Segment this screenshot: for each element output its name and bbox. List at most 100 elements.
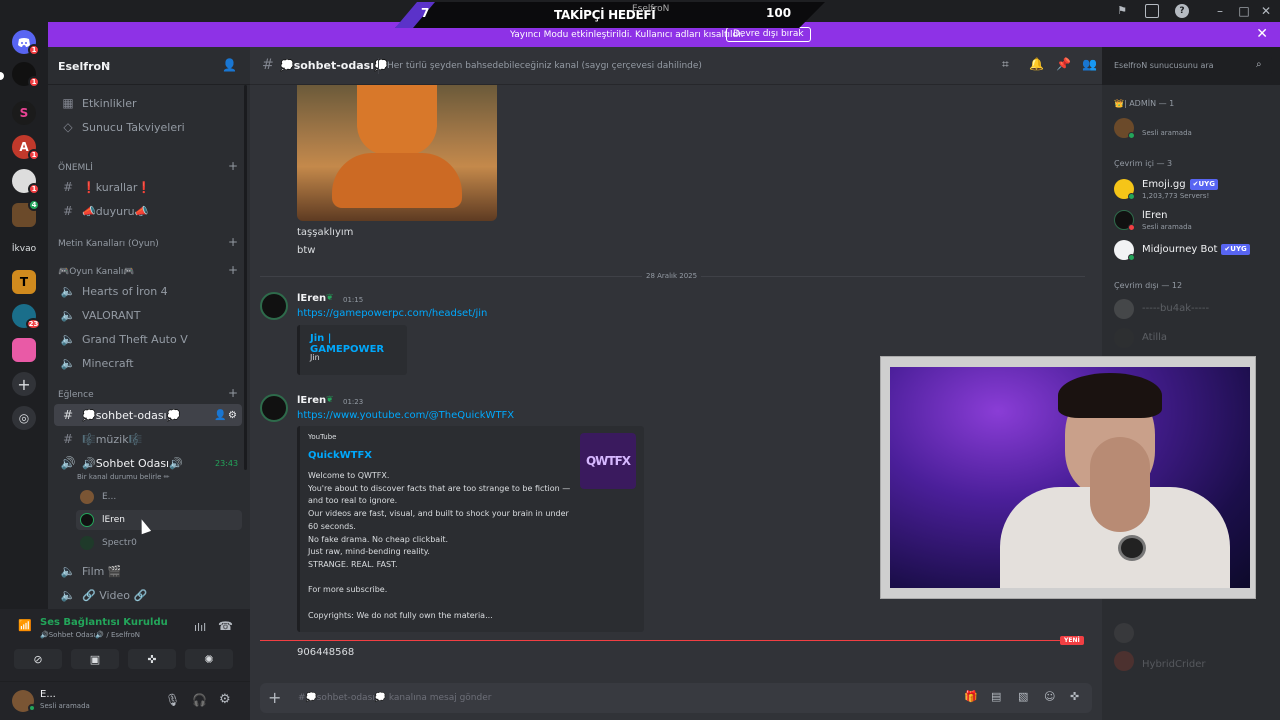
category-oyun[interactable]: 🎮Oyun Kanalı🎮	[58, 267, 135, 277]
gift-icon[interactable]: 🎁	[964, 690, 978, 703]
voice-status-prompt[interactable]: Bir kanal durumu belirle ✏	[77, 473, 170, 481]
message-link[interactable]: https://gamepowerpc.com/headset/jin	[297, 308, 487, 319]
member-list-icon[interactable]: 👥	[1082, 57, 1097, 71]
discover-icon[interactable]: ◎	[12, 406, 36, 430]
close-window-icon[interactable]: ✕	[1258, 3, 1274, 19]
channel-sohbet-odasi[interactable]: # 💭sohbet-odası💭 👤 ⚙	[54, 404, 242, 426]
server-icon[interactable]: 1	[12, 169, 40, 195]
server-header[interactable]: EselfroN ⌄ 👤	[48, 47, 250, 85]
camera-off-button[interactable]: ⊘	[14, 649, 62, 669]
status-dot	[1128, 224, 1135, 231]
message-input[interactable]: #💭sohbet-odası💭 kanalına mesaj gönder	[298, 693, 491, 703]
add-channel-icon[interactable]: +	[228, 263, 238, 277]
invite-user-icon[interactable]: 👤	[214, 410, 226, 421]
message-author[interactable]: lEren	[297, 293, 326, 304]
close-icon[interactable]: ✕	[1256, 26, 1268, 42]
apps-icon[interactable]: ✜	[1070, 690, 1079, 703]
embed-line: For more subscribe.	[308, 585, 388, 595]
invite-user-icon[interactable]: 👤	[222, 58, 237, 72]
notification-badge: 1	[28, 183, 40, 195]
server-icon[interactable]: 4	[12, 199, 40, 227]
message-link[interactable]: https://www.youtube.com/@TheQuickWTFX	[297, 410, 514, 421]
search-input[interactable]: EselfroN sunucusunu ara	[1114, 61, 1214, 70]
screen-share-button[interactable]: ▣	[71, 649, 119, 669]
sidebar-item-events[interactable]: ▦ Etkinlikler	[54, 92, 242, 114]
channel-gta[interactable]: 🔈 Grand Theft Auto V	[54, 328, 242, 350]
member-item[interactable]: HybridCrider	[1112, 619, 1272, 671]
add-attachment-icon[interactable]: +	[268, 688, 281, 707]
bell-icon[interactable]: 🔔	[1029, 57, 1044, 71]
add-channel-icon[interactable]: +	[228, 235, 238, 249]
voice-user[interactable]: lEren	[76, 510, 242, 530]
server-icon[interactable]: 23	[12, 304, 41, 330]
server-icon[interactable]	[12, 338, 36, 362]
member-item[interactable]: Atilla	[1112, 324, 1272, 352]
noise-suppression-icon[interactable]: ılıl	[194, 621, 206, 634]
voice-user[interactable]: Spectr0	[76, 533, 242, 553]
category-eglence[interactable]: Eğlence	[58, 390, 94, 400]
microphone-icon[interactable]: 🎙	[165, 693, 180, 707]
emoji-icon[interactable]: ☺	[1044, 690, 1055, 703]
help-icon[interactable]: ?	[1175, 4, 1189, 18]
embed-title[interactable]: Jin | GAMEPOWER	[310, 333, 407, 355]
goal-current: 7	[421, 6, 430, 20]
member-item[interactable]: Midjourney Bot ✔UYG	[1112, 236, 1272, 264]
channel-kurallar[interactable]: # ❗kurallar❗	[54, 176, 242, 198]
user-name[interactable]: E...	[40, 689, 56, 700]
voice-user[interactable]: E...	[76, 487, 242, 507]
disable-streamer-mode-button[interactable]: Devre dışı bırak	[726, 27, 811, 42]
channel-hoi[interactable]: 🔈 Hearts of İron 4	[54, 280, 242, 302]
voice-channel-sohbet[interactable]: 🔊 🔊Sohbet Odası🔊 23:43	[54, 452, 242, 474]
voice-channel-path[interactable]: 🔊Sohbet Odası🔊 / EselfroN	[40, 631, 140, 639]
server-icon[interactable]: 1	[12, 62, 40, 88]
channel-valorant[interactable]: 🔈 VALORANT	[54, 304, 242, 326]
category-onemli[interactable]: ÖNEMLİ	[58, 163, 93, 173]
server-search[interactable]: EselfroN sunucusunu ara ⌕	[1108, 56, 1272, 76]
hashtag-icon: #	[62, 204, 74, 218]
attached-image[interactable]	[297, 85, 497, 221]
add-channel-icon[interactable]: +	[228, 159, 238, 173]
headphones-icon[interactable]: 🎧	[192, 693, 207, 707]
channel-minecraft[interactable]: 🔈 Minecraft	[54, 352, 242, 374]
threads-icon[interactable]: ⌗	[1002, 57, 1009, 72]
soundboard-button[interactable]: ✺	[185, 649, 233, 669]
member-item[interactable]: Emoji.gg ✔UYG 1,203,773 Servers!	[1112, 175, 1272, 203]
channel-video[interactable]: 🔈 🔗 Video 🔗	[54, 584, 242, 606]
server-icon[interactable]: İkvao	[7, 237, 41, 261]
member-item[interactable]: -----bu4ak-----	[1112, 295, 1272, 323]
minimize-icon[interactable]: –	[1212, 3, 1228, 19]
home-discord-icon[interactable]: 1	[12, 30, 40, 56]
sticker-icon[interactable]: ▧	[1018, 690, 1028, 703]
gif-icon[interactable]: ▤	[991, 690, 1001, 703]
member-item[interactable]: Sesli aramada	[1112, 114, 1272, 142]
voice-status[interactable]: Ses Bağlantısı Kuruldu	[40, 617, 168, 628]
channel-topic[interactable]: Her türlü şeyden bahsedebileceğiniz kana…	[387, 61, 702, 71]
avatar[interactable]	[260, 394, 288, 422]
channel-muzik[interactable]: # 🎼müzik🎼	[54, 428, 242, 450]
server-icon[interactable]: S	[12, 101, 36, 125]
add-channel-icon[interactable]: +	[228, 386, 238, 400]
gear-icon[interactable]: ⚙	[219, 692, 231, 707]
member-item[interactable]: lEren Sesli aramada	[1112, 206, 1272, 234]
server-icon[interactable]: T	[12, 270, 36, 294]
channel-film[interactable]: 🔈 Film 🎬	[54, 560, 242, 582]
maximize-icon[interactable]: □	[1236, 3, 1252, 19]
gear-icon[interactable]: ⚙	[228, 410, 237, 421]
message-author[interactable]: lEren	[297, 395, 326, 406]
embed-thumbnail[interactable]: QWTFX	[580, 433, 636, 489]
webcam-feed	[890, 367, 1250, 588]
sidebar-item-boosts[interactable]: ◇ Sunucu Takviyeleri	[54, 116, 242, 138]
pin-icon[interactable]: 📌	[1056, 57, 1071, 71]
inbox-flag-icon[interactable]: ⚑	[1115, 4, 1129, 18]
server-icon[interactable]: A 1	[12, 135, 40, 161]
disconnect-icon[interactable]: ☎	[218, 619, 233, 633]
category-metin[interactable]: Metin Kanalları (Oyun)	[58, 239, 159, 249]
embed-title[interactable]: QuickWTFX	[308, 450, 372, 461]
activities-button[interactable]: ✜	[128, 649, 176, 669]
member-name: Emoji.gg ✔UYG	[1142, 179, 1218, 190]
sidebar-scrollbar[interactable]	[244, 85, 247, 470]
channel-duyuru[interactable]: # 📣duyuru📣	[54, 200, 242, 222]
avatar[interactable]	[260, 292, 288, 320]
add-server-icon[interactable]: +	[12, 372, 36, 396]
screen-share-icon[interactable]	[1145, 4, 1159, 18]
